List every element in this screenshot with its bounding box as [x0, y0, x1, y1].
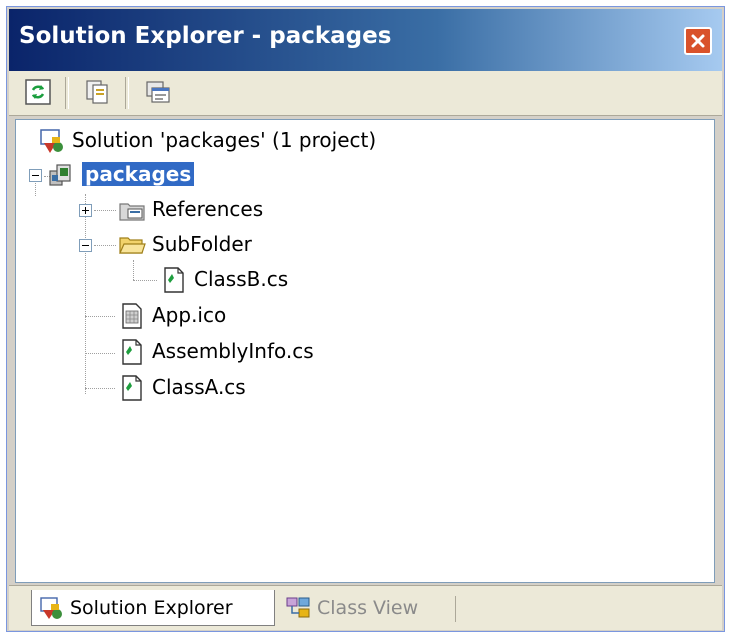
csharp-file-icon — [122, 375, 142, 401]
properties-icon — [146, 81, 170, 103]
refresh-button[interactable] — [23, 77, 53, 107]
toolbar-separator — [65, 77, 69, 109]
close-button[interactable] — [684, 27, 712, 55]
minus-icon — [82, 245, 89, 246]
solution-tree[interactable]: Solution 'packages' (1 project) packages… — [15, 119, 715, 583]
icon-file-icon — [122, 303, 142, 329]
csharp-file-icon — [122, 339, 142, 365]
collapse-packages-button[interactable] — [29, 169, 42, 182]
references-folder-icon — [119, 203, 145, 221]
tab-separator — [455, 596, 456, 622]
toolbar-separator — [125, 77, 129, 109]
csharp-file-icon — [164, 267, 184, 293]
tab-solution-explorer[interactable]: Solution Explorer — [31, 590, 275, 626]
tree-node-label: App.ico — [152, 303, 227, 327]
folder-open-icon — [119, 237, 146, 254]
expand-references-button[interactable] — [79, 204, 92, 217]
toolbar — [9, 71, 722, 116]
window-title: Solution Explorer - packages — [19, 23, 392, 49]
tree-connector — [133, 280, 157, 281]
tree-connector — [133, 260, 134, 280]
tree-connector — [85, 316, 115, 317]
plus-icon-vertical — [85, 207, 86, 214]
tab-class-view[interactable]: Class View — [279, 590, 455, 626]
close-icon — [691, 34, 705, 48]
solution-icon — [40, 129, 63, 153]
minus-icon — [32, 175, 39, 176]
tree-connector — [94, 245, 116, 246]
tree-node-label: Solution 'packages' (1 project) — [72, 128, 377, 152]
tree-connector — [85, 353, 115, 354]
solution-explorer-icon — [40, 597, 62, 619]
title-bar[interactable]: Solution Explorer - packages — [9, 9, 722, 71]
show-all-files-icon — [86, 80, 108, 104]
properties-button[interactable] — [143, 77, 173, 107]
tree-connector — [85, 194, 86, 394]
tree-node-label: ClassB.cs — [194, 267, 289, 291]
tree-connector — [94, 210, 116, 211]
bottom-tab-bar: Solution Explorer Class View — [9, 585, 722, 630]
tree-node-label: packages — [82, 162, 195, 186]
tree-node-label: ClassA.cs — [152, 375, 246, 399]
csharp-project-icon — [49, 164, 71, 186]
refresh-icon — [25, 79, 51, 105]
class-view-icon — [286, 597, 310, 618]
tree-connector — [85, 388, 115, 389]
solution-explorer-window: Solution Explorer - packages Solution 'p… — [6, 6, 725, 632]
tree-node-label: References — [152, 197, 264, 221]
tree-node-label: AssemblyInfo.cs — [152, 339, 314, 363]
show-all-files-button[interactable] — [83, 77, 113, 107]
tab-label: Solution Explorer — [70, 597, 233, 619]
tab-label: Class View — [317, 597, 419, 619]
collapse-subfolder-button[interactable] — [79, 239, 92, 252]
tree-node-label: SubFolder — [152, 232, 252, 256]
